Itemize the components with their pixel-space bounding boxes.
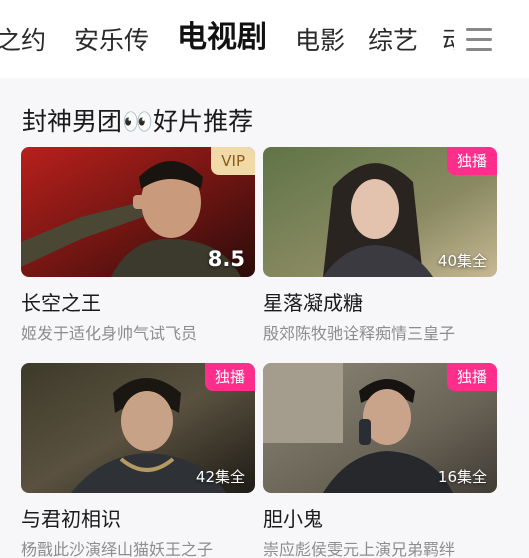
- top-navigation: 之约 安乐传 电视剧 电影 综艺 动: [0, 0, 529, 78]
- show-thumbnail[interactable]: 独播 42集全: [21, 363, 255, 493]
- hamburger-menu-icon[interactable]: [466, 28, 492, 52]
- tab-anime[interactable]: 动: [442, 22, 454, 60]
- show-subtitle: 杨戬此沙演绎山猫妖王之子: [21, 540, 214, 558]
- exclusive-badge: 独播: [446, 147, 497, 175]
- episode-count: 40集全: [437, 252, 487, 270]
- tab-zhiyue[interactable]: 之约: [0, 22, 46, 60]
- show-card[interactable]: 独播 40集全 星落凝成糖 殷郊陈牧驰诠释痴情三皇子: [263, 147, 497, 344]
- section-title: 封神男团👀好片推荐: [22, 107, 254, 136]
- exclusive-badge: 独播: [446, 363, 497, 391]
- tab-anlezhuan[interactable]: 安乐传: [74, 22, 149, 60]
- show-card[interactable]: VIP 8.5 长空之王 姬发于适化身帅气试飞员: [21, 147, 255, 344]
- show-title[interactable]: 胆小鬼: [263, 503, 497, 532]
- tab-tv-series[interactable]: 电视剧: [177, 19, 267, 57]
- show-title[interactable]: 星落凝成糖: [263, 287, 497, 316]
- show-thumbnail[interactable]: 独播 40集全: [263, 147, 497, 277]
- episode-count: 42集全: [195, 468, 245, 486]
- show-subtitle: 姬发于适化身帅气试飞员: [21, 324, 198, 343]
- show-thumbnail[interactable]: VIP 8.5: [21, 147, 255, 277]
- show-card[interactable]: 独播 16集全 胆小鬼 崇应彪侯雯元上演兄弟羁绊: [263, 363, 497, 558]
- exclusive-badge: 独播: [204, 363, 255, 391]
- tab-movies[interactable]: 电影: [295, 22, 345, 60]
- show-thumbnail[interactable]: 独播 16集全: [263, 363, 497, 493]
- tab-variety[interactable]: 综艺: [368, 22, 418, 60]
- episode-count: 16集全: [437, 468, 487, 486]
- show-subtitle: 殷郊陈牧驰诠释痴情三皇子: [263, 324, 456, 343]
- show-title[interactable]: 长空之王: [21, 287, 255, 316]
- show-subtitle: 崇应彪侯雯元上演兄弟羁绊: [263, 540, 456, 558]
- show-title[interactable]: 与君初相识: [21, 503, 255, 532]
- show-card[interactable]: 独播 42集全 与君初相识 杨戬此沙演绎山猫妖王之子: [21, 363, 255, 558]
- vip-badge: VIP: [211, 147, 255, 175]
- rating-score: 8.5: [207, 247, 245, 271]
